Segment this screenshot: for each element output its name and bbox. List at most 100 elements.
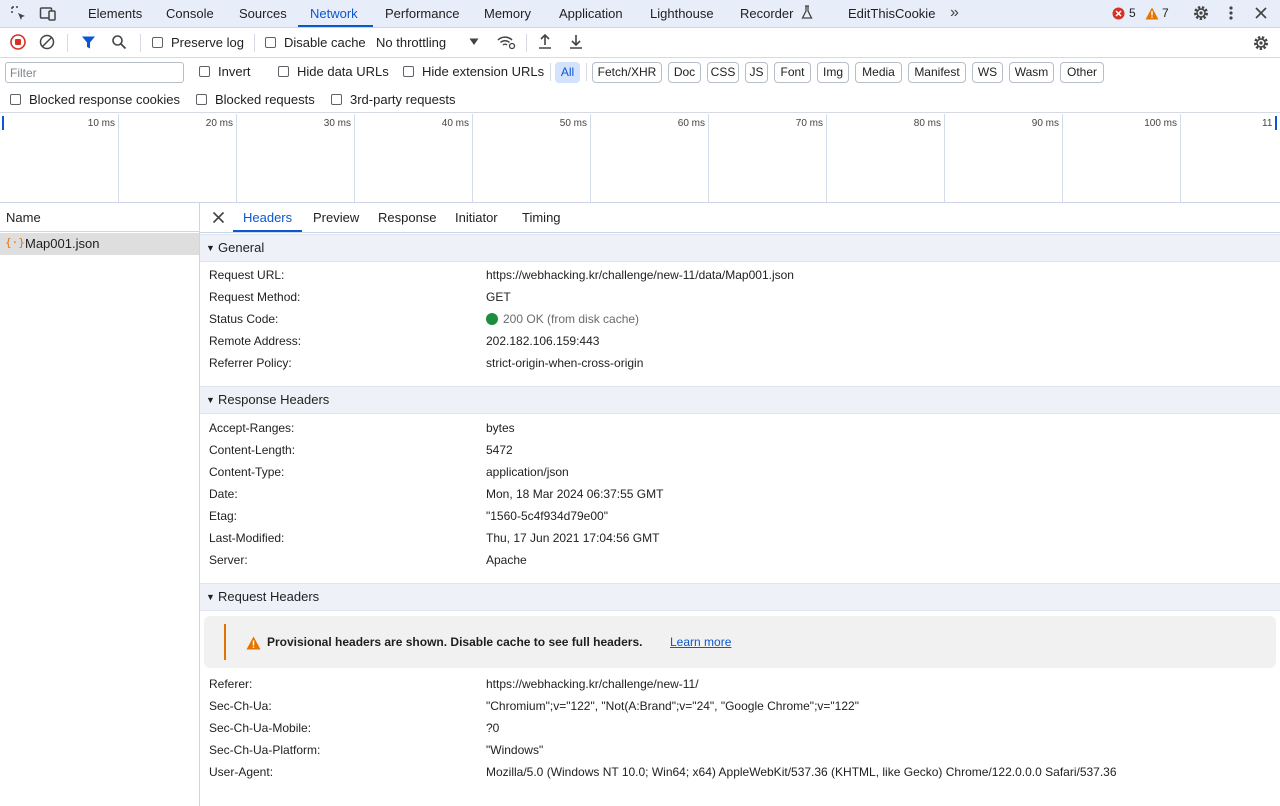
tab-timing[interactable]: Timing: [522, 203, 561, 233]
name-column-label: Name: [6, 210, 41, 225]
timeline-tick-label: 11: [1262, 118, 1273, 129]
header-key: Accept-Ranges:: [209, 421, 295, 435]
invert-label[interactable]: Invert: [218, 64, 251, 79]
close-devtools-icon[interactable]: [1254, 6, 1268, 20]
timeline-marker: [2, 116, 4, 130]
filter-chip-doc[interactable]: Doc: [668, 62, 701, 83]
filter-chip-fetch-xhr[interactable]: Fetch/XHR: [592, 62, 662, 83]
tab-headers[interactable]: Headers: [243, 203, 292, 233]
tab-performance[interactable]: Performance: [385, 0, 459, 27]
stop-recording-icon[interactable]: [10, 34, 26, 50]
filter-chip-wasm[interactable]: Wasm: [1009, 62, 1054, 83]
throttling-select[interactable]: No throttling: [376, 35, 446, 50]
error-icon[interactable]: [1112, 7, 1125, 20]
timeline-tick-label: 50 ms: [559, 118, 587, 129]
filter-icon[interactable]: [81, 35, 96, 50]
filter-chip-font[interactable]: Font: [774, 62, 811, 83]
network-conditions-icon[interactable]: [496, 34, 516, 50]
header-key: Status Code:: [209, 312, 279, 326]
blocked-requests-checkbox[interactable]: [196, 94, 207, 105]
request-headers-section-header[interactable]: ▼ Request Headers: [200, 583, 1280, 611]
request-headers-title: Request Headers: [218, 589, 320, 604]
disable-cache-checkbox[interactable]: [265, 37, 276, 48]
blocked-response-cookies-label[interactable]: Blocked response cookies: [29, 92, 180, 107]
response-headers-section-header[interactable]: ▼ Response Headers: [200, 386, 1280, 414]
invert-checkbox[interactable]: [199, 66, 210, 77]
tab-memory[interactable]: Memory: [484, 0, 531, 27]
preserve-log-label[interactable]: Preserve log: [171, 35, 244, 50]
timeline-gridline: [826, 114, 827, 202]
request-row[interactable]: {·} Map001.json: [0, 233, 199, 255]
timeline-gridline: [354, 114, 355, 202]
disable-cache-label[interactable]: Disable cache: [284, 35, 366, 50]
preserve-log-checkbox[interactable]: [152, 37, 163, 48]
warning-triangle-icon: [246, 636, 261, 650]
header-key: Sec-Ch-Ua-Platform:: [209, 743, 321, 757]
hide-extension-urls-label[interactable]: Hide extension URLs: [422, 64, 544, 79]
filter-input[interactable]: [5, 62, 184, 83]
general-section-title: General: [218, 240, 265, 255]
name-column-header[interactable]: Name: [0, 203, 199, 232]
header-value: "1560-5c4f934d79e00": [486, 509, 608, 523]
tab-lighthouse[interactable]: Lighthouse: [650, 0, 714, 27]
toolbar-divider: [254, 34, 255, 52]
timeline-tick-label: 100 ms: [1144, 118, 1177, 129]
filter-chip-all[interactable]: All: [555, 62, 580, 83]
active-tab-indicator: [298, 25, 373, 27]
header-key: Request Method:: [209, 290, 301, 304]
header-value: Mozilla/5.0 (Windows NT 10.0; Win64; x64…: [486, 765, 1117, 779]
export-har-icon[interactable]: [568, 33, 584, 50]
tab-preview[interactable]: Preview: [313, 203, 359, 233]
tab-console[interactable]: Console: [166, 0, 214, 27]
tab-response[interactable]: Response: [378, 203, 437, 233]
timeline-gridline: [1180, 114, 1181, 202]
request-name[interactable]: Map001.json: [25, 236, 99, 251]
search-icon[interactable]: [111, 34, 127, 50]
error-count[interactable]: 5: [1129, 6, 1136, 20]
flask-icon: [801, 5, 813, 20]
settings-gear-icon[interactable]: [1192, 4, 1210, 22]
close-details-icon[interactable]: [212, 211, 225, 224]
network-settings-gear-icon[interactable]: [1252, 34, 1270, 52]
filter-chip-manifest[interactable]: Manifest: [908, 62, 966, 83]
chevron-down-icon[interactable]: [469, 38, 479, 46]
filter-chip-other[interactable]: Other: [1060, 62, 1104, 83]
blocked-requests-label[interactable]: Blocked requests: [215, 92, 315, 107]
header-key: Date:: [209, 487, 238, 501]
tab-application[interactable]: Application: [559, 0, 623, 27]
warning-icon[interactable]: [1145, 7, 1159, 20]
third-party-requests-label[interactable]: 3rd-party requests: [350, 92, 456, 107]
learn-more-link[interactable]: Learn more: [670, 635, 731, 649]
warning-count[interactable]: 7: [1162, 6, 1169, 20]
tab-recorder[interactable]: Recorder: [740, 0, 793, 27]
timeline-tick-label: 80 ms: [913, 118, 941, 129]
tab-initiator[interactable]: Initiator: [455, 203, 498, 233]
general-section-header[interactable]: ▼ General: [200, 234, 1280, 262]
hide-data-urls-label[interactable]: Hide data URLs: [297, 64, 389, 79]
toolbar-divider: [550, 63, 551, 81]
filter-chip-img[interactable]: Img: [817, 62, 849, 83]
more-options-icon[interactable]: [1226, 4, 1236, 22]
device-toolbar-icon[interactable]: [39, 5, 57, 23]
tab-editthiscookie[interactable]: EditThisCookie: [848, 0, 935, 27]
timeline-gridline: [1062, 114, 1063, 202]
inspect-element-icon[interactable]: [10, 5, 28, 23]
header-value: Mon, 18 Mar 2024 06:37:55 GMT: [486, 487, 664, 501]
clear-icon[interactable]: [39, 34, 55, 50]
more-tabs-chevron-icon[interactable]: »: [950, 4, 959, 22]
filter-chip-js[interactable]: JS: [745, 62, 768, 83]
tab-sources[interactable]: Sources: [239, 0, 287, 27]
third-party-requests-checkbox[interactable]: [331, 94, 342, 105]
hide-data-urls-checkbox[interactable]: [278, 66, 289, 77]
timeline-tick-label: 70 ms: [795, 118, 823, 129]
hide-extension-urls-checkbox[interactable]: [403, 66, 414, 77]
toolbar-divider: [67, 34, 68, 52]
header-value: "Windows": [486, 743, 544, 757]
filter-chip-css[interactable]: CSS: [707, 62, 739, 83]
filter-chip-ws[interactable]: WS: [972, 62, 1003, 83]
filter-chip-media[interactable]: Media: [855, 62, 902, 83]
blocked-response-cookies-checkbox[interactable]: [10, 94, 21, 105]
tab-network[interactable]: Network: [310, 0, 358, 27]
import-har-icon[interactable]: [537, 33, 553, 50]
tab-elements[interactable]: Elements: [88, 0, 142, 27]
